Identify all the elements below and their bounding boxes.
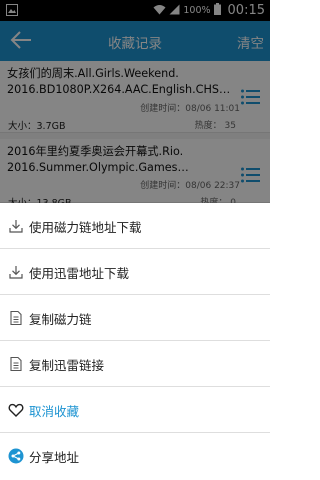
download-icon (8, 218, 24, 234)
dim-overlay[interactable] (0, 0, 270, 203)
download-icon (8, 264, 24, 280)
copy-thunder-option[interactable]: 复制迅雷链接 (0, 341, 270, 387)
copy-magnet-option[interactable]: 复制磁力链 (0, 295, 270, 341)
document-icon (8, 356, 24, 372)
option-label: 分享地址 (29, 450, 80, 465)
option-label: 复制迅雷链接 (29, 358, 105, 373)
option-label: 复制磁力链 (29, 312, 92, 327)
download-thunder-option[interactable]: 使用迅雷地址下载 (0, 249, 270, 295)
option-label: 取消收藏 (29, 404, 80, 419)
option-label: 使用迅雷地址下载 (29, 266, 130, 281)
unfavorite-option[interactable]: 取消收藏 (0, 387, 270, 433)
action-sheet: 使用磁力链地址下载 使用迅雷地址下载 复制磁力链 复制迅雷链接 取消收藏 分享地… (0, 203, 270, 480)
option-label: 使用磁力链地址下载 (29, 220, 142, 235)
share-icon (8, 448, 24, 464)
document-icon (8, 310, 24, 326)
heart-icon (8, 402, 24, 418)
share-option[interactable]: 分享地址 (0, 433, 270, 479)
download-magnet-option[interactable]: 使用磁力链地址下载 (0, 203, 270, 249)
